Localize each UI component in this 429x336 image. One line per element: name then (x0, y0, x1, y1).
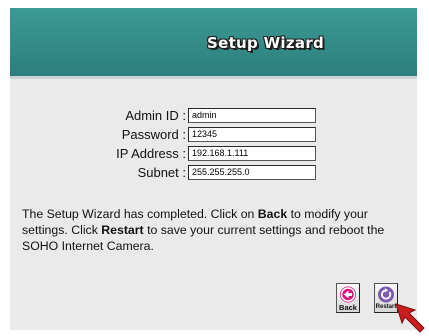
mouse-pointer-icon (395, 303, 425, 333)
header-divider (10, 76, 417, 79)
subnet-label: Subnet : (137, 165, 186, 180)
message-restart-word: Restart (101, 223, 144, 237)
header-bar: Setup Wizard (10, 8, 417, 76)
message-back-word: Back (257, 207, 288, 221)
admin-id-field[interactable]: admin (188, 108, 316, 123)
password-label: Password : (121, 127, 186, 142)
back-arrow-icon (340, 286, 356, 303)
message-text-1: The Setup Wizard has completed. Click on (22, 207, 258, 221)
password-field[interactable]: 12345 (188, 127, 316, 142)
back-button[interactable]: Back (336, 283, 360, 313)
wizard-panel: Setup Wizard Admin ID : admin Password :… (10, 8, 417, 330)
ip-address-field[interactable]: 192.168.1.111 (188, 146, 316, 161)
back-button-label: Back (339, 303, 357, 312)
page-title: Setup Wizard (207, 34, 325, 52)
ip-address-label: IP Address : (116, 146, 186, 161)
admin-id-label: Admin ID : (125, 108, 186, 123)
completion-message: The Setup Wizard has completed. Click on… (22, 206, 402, 254)
subnet-field[interactable]: 255.255.255.0 (188, 165, 316, 180)
